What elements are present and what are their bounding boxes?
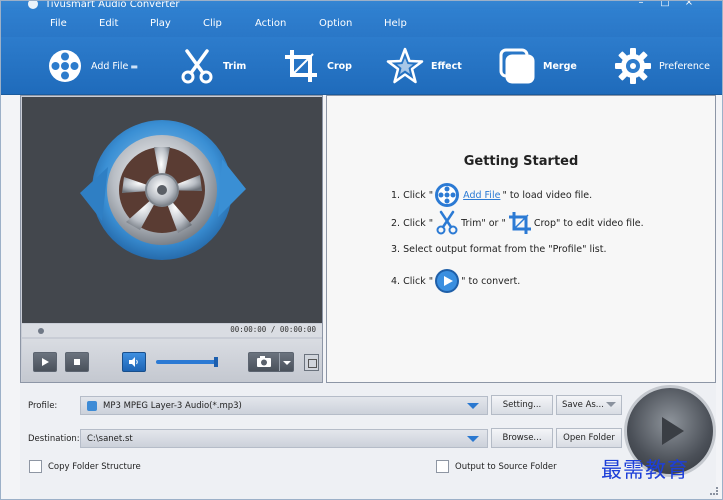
step-2-suffix: Crop" to edit video file.	[533, 217, 644, 229]
convert-icon	[434, 268, 460, 294]
profile-label: Profile:	[28, 401, 58, 411]
fullscreen-button[interactable]	[304, 354, 319, 371]
watermark-text: 最需教育	[601, 458, 689, 482]
setting-button[interactable]: Setting...	[491, 395, 553, 415]
menu-play[interactable]: Play	[150, 18, 171, 29]
mute-button[interactable]	[122, 352, 146, 372]
volume-slider[interactable]	[156, 360, 218, 364]
preview-pane: 00:00:00 / 00:00:00	[20, 95, 323, 383]
merge-button[interactable]: Merge	[497, 37, 577, 95]
profile-dropdown[interactable]: MP3 MPEG Layer-3 Audio(*.mp3)	[80, 396, 488, 415]
dropdown-arrow-icon[interactable]	[467, 436, 479, 442]
add-file-link[interactable]: Add File	[463, 190, 500, 201]
camera-icon	[257, 356, 271, 367]
play-icon	[662, 417, 684, 445]
browse-button[interactable]: Browse...	[491, 428, 553, 448]
crop-button[interactable]: Crop	[281, 37, 352, 95]
play-icon	[42, 358, 49, 366]
video-screen	[22, 97, 322, 323]
toolbar: Add File ▬ Trim Crop Effect Merge Prefer…	[1, 37, 722, 95]
star-icon	[385, 46, 425, 86]
menu-edit[interactable]: Edit	[99, 18, 118, 29]
step-2: 2. Click " Trim" or " Crop" to edit vide…	[391, 210, 644, 236]
effect-label: Effect	[431, 60, 462, 72]
menu-file[interactable]: File	[50, 18, 67, 29]
close-button[interactable]: ×	[683, 1, 695, 8]
menu-action[interactable]: Action	[255, 18, 286, 29]
title-bar: Tivusmart Audio Converter – □ ×	[1, 1, 722, 10]
trim-label: Trim	[223, 60, 247, 72]
dropdown-arrow-icon[interactable]: ▬	[130, 62, 138, 71]
crop-icon	[281, 46, 321, 86]
app-window: Tivusmart Audio Converter – □ × File Edi…	[0, 0, 723, 500]
save-as-label: Save As...	[562, 400, 604, 410]
output-to-source-checkbox[interactable]	[436, 460, 449, 473]
menu-option[interactable]: Option	[319, 18, 352, 29]
gear-icon	[613, 46, 653, 86]
copy-folder-structure-label: Copy Folder Structure	[48, 462, 141, 472]
volume-handle[interactable]	[214, 357, 218, 367]
seek-handle[interactable]	[38, 328, 44, 334]
dropdown-arrow-icon[interactable]	[467, 403, 479, 409]
copy-folder-structure-checkbox[interactable]	[29, 460, 42, 473]
menu-bar: File Edit Play Clip Action Option Help	[1, 9, 722, 37]
preference-label: Preference	[659, 60, 710, 72]
step-2-mid: Trim" or "	[461, 217, 506, 229]
stop-icon	[74, 359, 80, 365]
menu-clip[interactable]: Clip	[203, 18, 222, 29]
step-1: 1. Click " Add File " to load video file…	[391, 182, 592, 208]
dropdown-arrow-icon[interactable]	[606, 402, 616, 407]
destination-label: Destination:	[28, 434, 80, 444]
merge-icon	[497, 46, 537, 86]
open-folder-button[interactable]: Open Folder	[556, 428, 622, 448]
film-reel-icon	[45, 46, 85, 86]
getting-started-panel: Getting Started 1. Click " Add File " to…	[326, 95, 716, 383]
film-reel-logo-icon	[80, 120, 246, 260]
destination-value: C:\sanet.st	[87, 433, 133, 444]
scissors-icon	[434, 210, 460, 236]
save-as-button[interactable]: Save As...	[556, 395, 622, 415]
snapshot-button[interactable]	[248, 352, 294, 372]
getting-started-title: Getting Started	[463, 154, 579, 169]
destination-input[interactable]: C:\sanet.st	[80, 429, 488, 448]
speaker-icon	[129, 357, 138, 367]
app-icon	[28, 1, 38, 9]
step-1-prefix: 1. Click "	[391, 189, 434, 201]
effect-button[interactable]: Effect	[385, 37, 462, 95]
trim-button[interactable]: Trim	[177, 37, 246, 95]
step-4-suffix: " to convert.	[461, 275, 521, 287]
scissors-icon	[177, 46, 217, 86]
menu-help[interactable]: Help	[384, 18, 407, 29]
dropdown-arrow-icon[interactable]	[280, 353, 294, 371]
profile-value: MP3 MPEG Layer-3 Audio(*.mp3)	[103, 400, 242, 411]
audio-file-icon	[87, 400, 97, 411]
crop-label: Crop	[327, 60, 352, 72]
minimize-button[interactable]: –	[635, 1, 647, 8]
step-2-prefix: 2. Click "	[391, 217, 434, 229]
step-1-suffix: " to load video file.	[502, 189, 593, 201]
add-file-label: Add File	[91, 60, 129, 72]
crop-icon	[507, 210, 533, 236]
add-file-button[interactable]: Add File ▬	[45, 37, 138, 95]
step-3-text: 3. Select output format from the "Profil…	[391, 244, 607, 255]
step-3: 3. Select output format from the "Profil…	[391, 244, 607, 255]
player-controls	[22, 339, 322, 382]
add-file-icon	[434, 182, 460, 208]
stop-button[interactable]	[65, 352, 89, 372]
step-4: 4. Click " " to convert.	[391, 268, 520, 294]
timecode: 00:00:00 / 00:00:00	[230, 325, 316, 334]
merge-label: Merge	[543, 60, 577, 72]
output-to-source-label: Output to Source Folder	[455, 462, 557, 472]
preference-button[interactable]: Preference	[613, 37, 710, 95]
step-4-prefix: 4. Click "	[391, 275, 434, 287]
play-button[interactable]	[33, 352, 57, 372]
maximize-button[interactable]: □	[659, 1, 671, 8]
resize-grip[interactable]	[710, 487, 718, 495]
